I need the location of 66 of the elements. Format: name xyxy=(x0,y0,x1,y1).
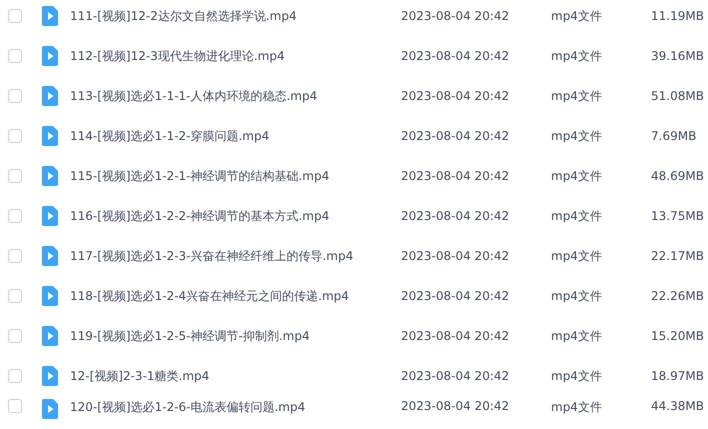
video-file-icon xyxy=(42,286,58,306)
file-type: mp4文件 xyxy=(551,208,603,224)
checkbox[interactable] xyxy=(8,49,22,63)
file-size: 39.16MB xyxy=(651,49,704,63)
checkbox[interactable] xyxy=(8,369,22,383)
file-name[interactable]: 118-[视频]选必1-2-4兴奋在神经元之间的传递.mp4 xyxy=(70,288,401,304)
file-type: mp4文件 xyxy=(551,328,603,344)
checkbox[interactable] xyxy=(8,399,22,413)
file-name[interactable]: 119-[视频]选必1-2-5-神经调节-抑制剂.mp4 xyxy=(70,328,401,344)
modified-date: 2023-08-04 20:42 xyxy=(401,399,510,413)
modified-date: 2023-08-04 20:42 xyxy=(401,169,510,183)
file-name[interactable]: 117-[视频]选必1-2-3-兴奋在神经纤维上的传导.mp4 xyxy=(70,248,401,264)
checkbox[interactable] xyxy=(8,209,22,223)
video-file-icon xyxy=(42,246,58,266)
file-type: mp4文件 xyxy=(551,248,603,264)
file-type: mp4文件 xyxy=(551,168,603,184)
file-size: 13.75MB xyxy=(651,209,704,223)
checkbox[interactable] xyxy=(8,9,22,23)
video-file-icon xyxy=(42,86,58,106)
file-name[interactable]: 111-[视频]12-2达尔文自然选择学说.mp4 xyxy=(70,8,401,24)
checkbox[interactable] xyxy=(8,289,22,303)
file-size: 48.69MB xyxy=(651,169,704,183)
modified-date: 2023-08-04 20:42 xyxy=(401,209,510,223)
file-name[interactable]: 120-[视频]选必1-2-6-电流表偏转问题.mp4 xyxy=(70,399,401,416)
checkbox[interactable] xyxy=(8,249,22,263)
file-name[interactable]: 116-[视频]选必1-2-2-神经调节的基本方式.mp4 xyxy=(70,208,401,224)
file-name[interactable]: 115-[视频]选必1-2-1-神经调节的结构基础.mp4 xyxy=(70,168,401,184)
modified-date: 2023-08-04 20:42 xyxy=(401,289,510,303)
file-size: 22.26MB xyxy=(651,289,704,303)
file-type: mp4文件 xyxy=(551,399,603,416)
file-size: 11.19MB xyxy=(651,9,704,23)
file-type: mp4文件 xyxy=(551,288,603,304)
file-size: 51.08MB xyxy=(651,89,704,103)
video-file-icon xyxy=(42,46,58,66)
file-name[interactable]: 112-[视频]12-3现代生物进化理论.mp4 xyxy=(70,48,401,64)
file-size: 7.69MB xyxy=(651,129,696,143)
video-file-icon xyxy=(42,166,58,186)
modified-date: 2023-08-04 20:42 xyxy=(401,49,510,63)
file-name[interactable]: 12-[视频]2-3-1糖类.mp4 xyxy=(70,368,401,384)
modified-date: 2023-08-04 20:42 xyxy=(401,369,510,383)
modified-date: 2023-08-04 20:42 xyxy=(401,249,510,263)
file-type: mp4文件 xyxy=(551,48,603,64)
file-name[interactable]: 114-[视频]选必1-1-2-穿膜问题.mp4 xyxy=(70,128,401,144)
video-file-icon xyxy=(42,366,58,386)
modified-date: 2023-08-04 20:42 xyxy=(401,9,510,23)
video-file-icon xyxy=(42,399,58,419)
checkbox[interactable] xyxy=(8,89,22,103)
modified-date: 2023-08-04 20:42 xyxy=(401,129,510,143)
file-size: 18.97MB xyxy=(651,369,704,383)
video-file-icon xyxy=(42,126,58,146)
video-file-icon xyxy=(42,6,58,26)
checkbox[interactable] xyxy=(8,129,22,143)
file-name[interactable]: 113-[视频]选必1-1-1-人体内环境的稳态.mp4 xyxy=(70,88,401,104)
video-file-icon xyxy=(42,206,58,226)
file-type: mp4文件 xyxy=(551,8,603,24)
video-file-icon xyxy=(42,326,58,346)
file-type: mp4文件 xyxy=(551,368,603,384)
file-size: 22.17MB xyxy=(651,249,704,263)
modified-date: 2023-08-04 20:42 xyxy=(401,89,510,103)
file-size: 15.20MB xyxy=(651,329,704,343)
file-type: mp4文件 xyxy=(551,128,603,144)
modified-date: 2023-08-04 20:42 xyxy=(401,329,510,343)
checkbox[interactable] xyxy=(8,329,22,343)
file-size: 44.38MB xyxy=(651,399,704,413)
checkbox[interactable] xyxy=(8,169,22,183)
file-type: mp4文件 xyxy=(551,88,603,104)
